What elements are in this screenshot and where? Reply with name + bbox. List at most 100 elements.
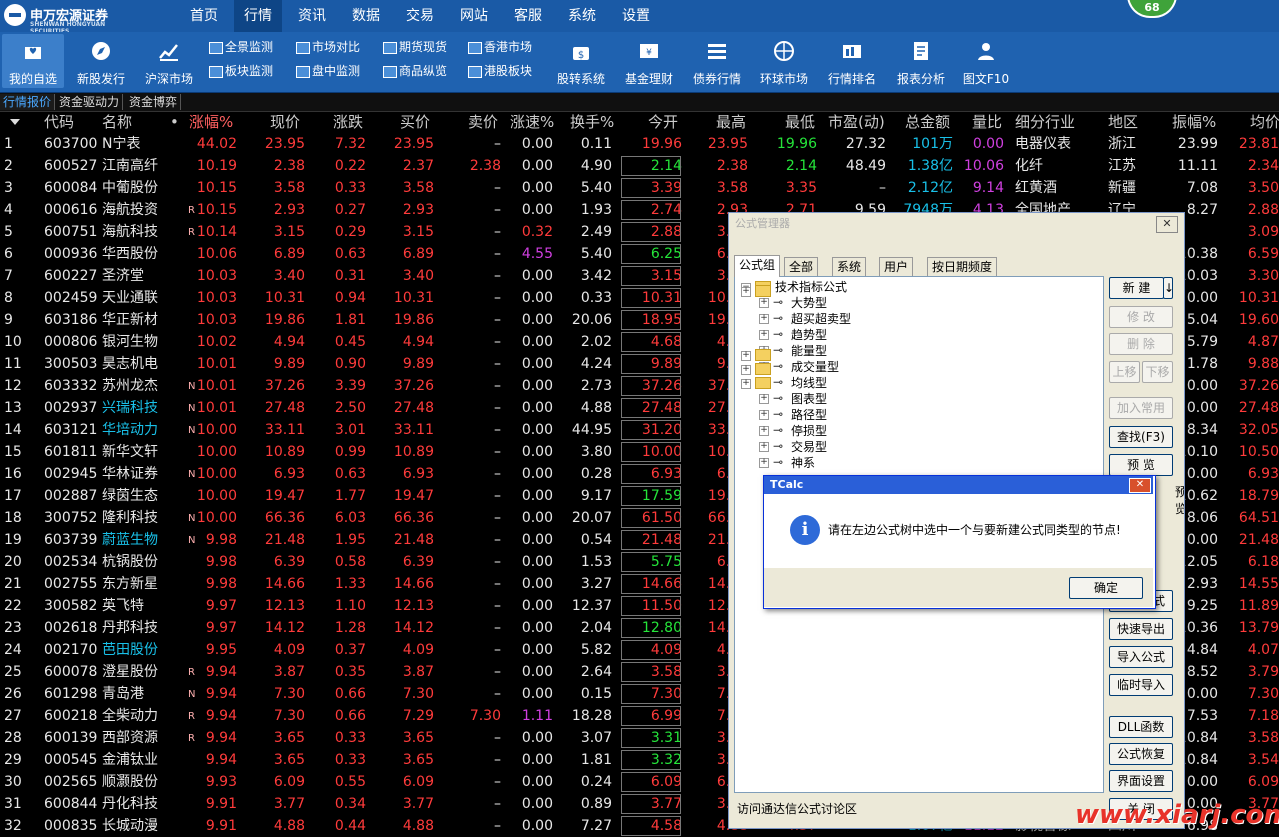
dialog-tab-0[interactable]: 公式组 — [734, 255, 781, 277]
tree-expand-icon[interactable]: + — [741, 379, 751, 389]
tree-item[interactable]: 神系 — [791, 455, 815, 471]
tree-expand-icon[interactable]: + — [759, 330, 769, 340]
tree-item[interactable]: 成交量型 — [791, 359, 839, 375]
message-close-button[interactable]: ✕ — [1129, 478, 1151, 493]
ok-button[interactable]: 确定 — [1069, 577, 1143, 599]
dialog-button-11[interactable]: 临时导入 — [1109, 674, 1173, 696]
tree-expand-icon[interactable]: + — [759, 314, 769, 324]
preview-checkbox-label[interactable]: 预览 — [1175, 483, 1184, 517]
toolbar-button-right-1[interactable]: ¥ 基金理财 — [618, 34, 680, 88]
col-header-18[interactable]: 振幅% — [1172, 112, 1216, 132]
tree-item[interactable]: 停损型 — [791, 423, 827, 439]
toolbar-button-right-4[interactable]: 行情排名 — [821, 34, 883, 88]
col-header-15[interactable]: 量比 — [972, 112, 1002, 132]
sort-toggle-icon[interactable] — [10, 119, 20, 125]
col-header-7[interactable]: 卖价 — [468, 112, 498, 132]
col-header-3[interactable]: 涨幅% — [189, 112, 233, 132]
menu-6[interactable]: 客服 — [504, 0, 552, 32]
toolbar-small-button-7[interactable]: 港股板块 — [466, 62, 532, 80]
menu-3[interactable]: 数据 — [342, 0, 390, 32]
tree-root-label[interactable]: 技术指标公式 — [775, 279, 847, 295]
toolbar-button-right-3[interactable]: 环球市场 — [753, 34, 815, 88]
dialog-button-6[interactable]: 查找(F3) — [1109, 426, 1173, 448]
tree-expand-icon[interactable]: + — [759, 394, 769, 404]
dialog-close-button[interactable]: ✕ — [1156, 216, 1178, 233]
menu-8[interactable]: 设置 — [612, 0, 660, 32]
tree-item[interactable]: 大势型 — [791, 295, 827, 311]
toolbar-button-right-2[interactable]: 债券行情 — [686, 34, 748, 88]
col-header-10[interactable]: 今开 — [648, 112, 678, 132]
dialog-tab-3[interactable]: 用户 — [879, 257, 914, 276]
menu-0[interactable]: 首页 — [180, 0, 228, 32]
table-row[interactable]: 3 600084 中葡股份 10.15 3.58 0.33 3.58 – 0.00 5.40 3.3… — [0, 177, 1279, 199]
toolbar-button-right-6[interactable]: 图文F10 — [955, 34, 1017, 88]
dialog-tab-4[interactable]: 按日期频度 — [927, 257, 998, 276]
toolbar-button-2[interactable]: 沪深市场 — [138, 34, 200, 88]
col-header-2[interactable]: • — [170, 112, 179, 132]
dialog-button-7[interactable]: 预 览 — [1109, 454, 1173, 476]
dialog-button-9[interactable]: 快速导出 — [1109, 618, 1173, 640]
toolbar-button-right-5[interactable]: 报表分析 — [890, 34, 952, 88]
col-header-17[interactable]: 地区 — [1108, 112, 1138, 132]
col-header-16[interactable]: 细分行业 — [1015, 112, 1075, 132]
col-header-8[interactable]: 涨速% — [510, 112, 554, 132]
toolbar-small-button-4[interactable]: 期货现货 — [381, 38, 447, 56]
table-row[interactable]: 2 600527 江南高纤 10.19 2.38 0.22 2.37 2.38 0.00 4.90… — [0, 155, 1279, 177]
tree-expand-icon[interactable]: + — [741, 287, 751, 297]
toolbar-small-button-6[interactable]: 香港市场 — [466, 38, 532, 56]
menu-5[interactable]: 网站 — [450, 0, 498, 32]
toolbar-button-0[interactable]: 我的自选 — [2, 34, 64, 88]
col-header-19[interactable]: 均价 — [1250, 112, 1279, 132]
tree-item[interactable]: 超买超卖型 — [791, 311, 851, 327]
col-header-4[interactable]: 现价 — [270, 112, 300, 132]
col-header-1[interactable]: 名称 — [102, 112, 132, 132]
dialog-tab-2[interactable]: 系统 — [832, 257, 867, 276]
dialog-tab-1[interactable]: 全部 — [784, 257, 819, 276]
toolbar-button-right-0[interactable]: $ 股转系统 — [550, 34, 612, 88]
forum-link[interactable]: 访问通达信公式讨论区 — [737, 800, 857, 817]
col-header-9[interactable]: 换手% — [570, 112, 614, 132]
dialog-button-0[interactable]: 新 建 — [1109, 277, 1164, 299]
col-header-14[interactable]: 总金额 — [905, 112, 950, 132]
tree-item[interactable]: 图表型 — [791, 391, 827, 407]
toolbar-small-button-3[interactable]: 盘中监测 — [294, 62, 360, 80]
toolbar-small-button-5[interactable]: 商品纵览 — [381, 62, 447, 80]
tab-1[interactable]: 资金驱动力 — [56, 94, 124, 110]
tree-item[interactable]: 交易型 — [791, 439, 827, 455]
tree-item[interactable]: 能量型 — [791, 343, 827, 359]
toolbar-small-button-2[interactable]: 市场对比 — [294, 38, 360, 56]
col-header-11[interactable]: 最高 — [716, 112, 746, 132]
dialog-button-14[interactable]: 界面设置 — [1109, 770, 1173, 792]
tree-expand-icon[interactable]: + — [759, 442, 769, 452]
tree-item[interactable]: 均线型 — [791, 375, 827, 391]
tree-expand-icon[interactable]: + — [759, 298, 769, 308]
dialog-button-12[interactable]: DLL函数 — [1109, 716, 1173, 738]
menu-4[interactable]: 交易 — [396, 0, 444, 32]
table-row[interactable]: 1 603700 N宁表 44.02 23.95 7.32 23.95 – 0.00 0.11 19… — [0, 133, 1279, 155]
col-header-5[interactable]: 涨跌 — [333, 112, 363, 132]
tree-item[interactable]: 路径型 — [791, 407, 827, 423]
menu-1[interactable]: 行情 — [234, 0, 282, 32]
toolbar-small-button-0[interactable]: 全景监测 — [207, 38, 273, 56]
tree-expand-icon[interactable]: + — [759, 426, 769, 436]
col-header-0[interactable]: 代码 — [44, 112, 74, 132]
dialog-button-13[interactable]: 公式恢复 — [1109, 743, 1173, 765]
toolbar-button-1[interactable]: 新股发行 — [70, 34, 132, 88]
col-header-13[interactable]: 市盈(动) — [828, 112, 885, 132]
toolbar-small-button-1[interactable]: 板块监测 — [207, 62, 273, 80]
notification-badge[interactable]: 68 — [1127, 0, 1177, 18]
cell-8: – — [494, 400, 501, 416]
menu-2[interactable]: 资讯 — [288, 0, 336, 32]
col-header-6[interactable]: 买价 — [400, 112, 430, 132]
tree-expand-icon[interactable]: + — [759, 410, 769, 420]
new-dropdown-button[interactable]: ↓ — [1163, 277, 1174, 299]
tab-2[interactable]: 资金博弈 — [126, 94, 182, 110]
col-header-12[interactable]: 最低 — [785, 112, 815, 132]
dialog-button-10[interactable]: 导入公式 — [1109, 646, 1173, 668]
menu-7[interactable]: 系统 — [558, 0, 606, 32]
tree-expand-icon[interactable]: + — [741, 365, 751, 375]
tree-expand-icon[interactable]: + — [759, 458, 769, 468]
tree-expand-icon[interactable]: + — [741, 351, 751, 361]
tab-0[interactable]: 行情报价 — [0, 94, 56, 110]
tree-item[interactable]: 趋势型 — [791, 327, 827, 343]
